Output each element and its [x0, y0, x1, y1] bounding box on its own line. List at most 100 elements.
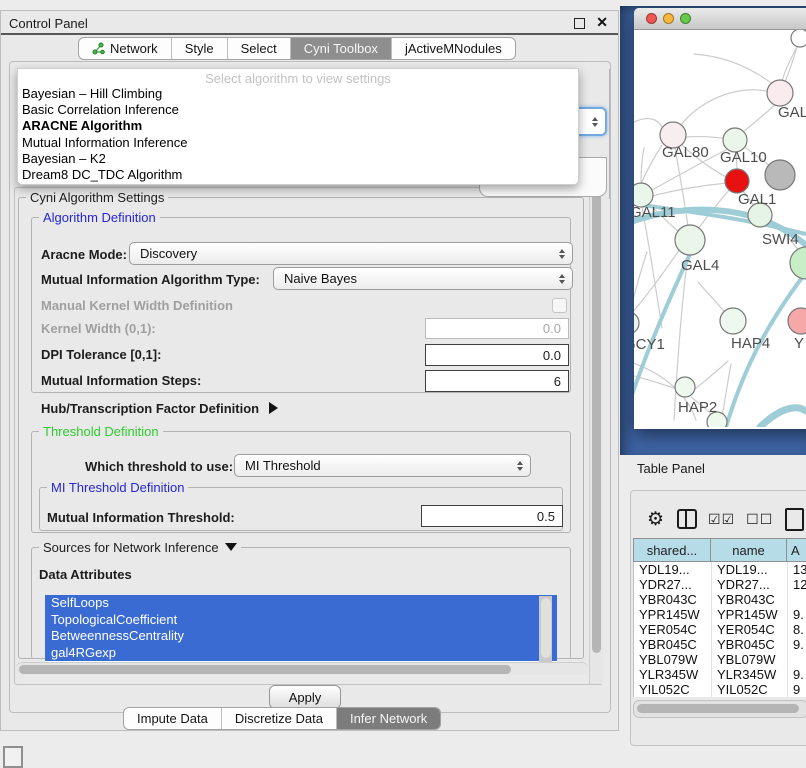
table-cell[interactable]: YDL19... — [712, 562, 788, 577]
list-item-selfloops[interactable]: SelfLoops — [45, 595, 557, 612]
network-graph[interactable]: GALGAL80GAL10GAL1GAL11SWI4GAL4GCY1HAP4YH… — [634, 30, 806, 427]
tab-style[interactable]: Style — [172, 38, 228, 59]
network-edge[interactable] — [782, 47, 797, 82]
table-cell[interactable]: 9. — [788, 667, 806, 682]
kernel-width-input[interactable]: 0.0 — [425, 318, 569, 339]
tab-discretize-data[interactable]: Discretize Data — [222, 708, 337, 729]
aracne-mode-combobox[interactable]: Discovery — [129, 242, 573, 265]
network-edge[interactable] — [686, 137, 727, 139]
network-node[interactable] — [791, 30, 806, 47]
network-node-hap2[interactable] — [675, 377, 695, 397]
table-cell[interactable]: 9 — [788, 682, 806, 697]
network-edge[interactable] — [634, 249, 680, 320]
network-edge[interactable] — [694, 361, 728, 390]
table-cell[interactable]: YBL079W — [712, 652, 788, 667]
settings-vscrollbar-thumb[interactable] — [592, 191, 601, 653]
settings-vscrollbar-track[interactable] — [589, 188, 603, 684]
apply-button[interactable]: Apply — [269, 685, 341, 709]
network-node[interactable] — [765, 160, 795, 190]
table-cell[interactable]: YPR145W — [634, 607, 712, 622]
column-header-shared-name[interactable]: shared... — [633, 538, 711, 562]
dropdown-item-bayesian-hill-climbing[interactable]: Bayesian – Hill Climbing — [18, 86, 578, 102]
table-cell[interactable]: YER054C — [634, 622, 712, 637]
table-row[interactable]: YLR345WYLR345W9. — [634, 667, 806, 682]
dpi-tolerance-input[interactable]: 0.0 — [425, 344, 569, 366]
mi-algorithm-type-combobox[interactable]: Naive Bayes — [273, 267, 573, 290]
table-cell[interactable] — [788, 592, 806, 607]
column-header-partial[interactable]: A — [787, 538, 806, 562]
table-cell[interactable] — [788, 652, 806, 667]
list-item-gal4rgexp[interactable]: gal4RGexp — [45, 645, 557, 662]
tab-jactivemnodules[interactable]: jActiveMNodules — [392, 38, 515, 59]
mac-maximize-button[interactable] — [680, 13, 691, 24]
table-cell[interactable]: YBR045C — [712, 637, 788, 652]
table-cell[interactable]: YDR27... — [634, 577, 712, 592]
network-edge[interactable] — [694, 54, 774, 85]
mac-minimize-button[interactable] — [663, 13, 674, 24]
network-view-window[interactable]: GALGAL80GAL10GAL1GAL11SWI4GAL4GCY1HAP4YH… — [634, 8, 806, 429]
mi-steps-input[interactable]: 6 — [425, 370, 569, 392]
table-row[interactable]: YBR045CYBR045C9. — [634, 637, 806, 652]
table-cell[interactable]: YBR043C — [634, 592, 712, 607]
table-cell[interactable]: YLR345W — [634, 667, 712, 682]
settings-hscrollbar-track[interactable] — [16, 662, 588, 675]
dropdown-item-bayesian-k2[interactable]: Bayesian – K2 — [18, 151, 578, 167]
table-cell[interactable]: YER054C — [712, 622, 788, 637]
list-scrollbar-thumb[interactable] — [541, 598, 551, 658]
table-cell[interactable]: YDL19... — [634, 562, 712, 577]
table-row[interactable]: YDR27...YDR27...12 — [634, 577, 806, 592]
settings-hscrollbar-thumb[interactable] — [19, 665, 511, 674]
network-node-gal1[interactable] — [725, 169, 749, 193]
table-row[interactable]: YER054CYER054C8. — [634, 622, 806, 637]
tab-select[interactable]: Select — [228, 38, 291, 59]
which-threshold-combobox[interactable]: MI Threshold — [234, 454, 531, 477]
columns-icon[interactable] — [677, 509, 697, 529]
table-hscrollbar-thumb[interactable] — [637, 704, 799, 713]
hub-definition-toggle[interactable]: Hub/Transcription Factor Definition — [41, 401, 278, 416]
network-node-hap4[interactable] — [720, 308, 746, 334]
network-node-gal[interactable] — [767, 80, 793, 106]
table-cell[interactable]: YBR045C — [634, 637, 712, 652]
table-cell[interactable]: YBL079W — [634, 652, 712, 667]
network-node-y[interactable] — [788, 308, 806, 334]
tab-impute-data[interactable]: Impute Data — [124, 708, 222, 729]
table-cell[interactable]: YLR345W — [712, 667, 788, 682]
tab-cyni-toolbox[interactable]: Cyni Toolbox — [291, 38, 392, 59]
column-header-name[interactable]: name — [711, 538, 787, 562]
list-scrollbar-track[interactable] — [539, 596, 552, 664]
network-edge[interactable] — [634, 119, 662, 127]
expanded-arrow-icon[interactable] — [225, 543, 237, 551]
table-hscrollbar-track[interactable] — [633, 700, 806, 718]
table-row[interactable]: YBL079WYBL079W — [634, 652, 806, 667]
dropdown-item-dream8[interactable]: Dream8 DC_TDC Algorithm — [18, 167, 578, 183]
network-edge[interactable] — [652, 183, 727, 196]
collapsed-arrow-icon[interactable] — [269, 402, 278, 414]
gear-icon[interactable]: ⚙ — [647, 508, 664, 531]
network-node[interactable] — [790, 247, 806, 279]
mac-close-button[interactable] — [646, 13, 657, 24]
dropdown-item-aracne[interactable]: ARACNE Algorithm — [18, 118, 578, 134]
tab-infer-network[interactable]: Infer Network — [337, 708, 440, 729]
table-row[interactable]: YIL052CYIL052C9 — [634, 682, 806, 697]
deselect-all-icon[interactable]: ☐☐ — [746, 511, 773, 528]
network-node-gal4[interactable] — [675, 225, 705, 255]
table-cell[interactable]: YBR043C — [712, 592, 788, 607]
table-cell[interactable]: YIL052C — [712, 682, 788, 697]
table-row[interactable]: YBR043CYBR043C — [634, 592, 806, 607]
table-cell[interactable]: YPR145W — [712, 607, 788, 622]
table-cell[interactable]: 8. — [788, 622, 806, 637]
network-edge[interactable] — [742, 103, 777, 133]
collapsed-panel-icon[interactable] — [3, 746, 23, 768]
table-row[interactable]: YDL19...YDL19...13 — [634, 562, 806, 577]
dropdown-item-mutual-information[interactable]: Mutual Information Inference — [18, 135, 578, 151]
network-node-gcy1[interactable] — [634, 312, 639, 334]
table-row[interactable]: YPR145WYPR145W9. — [634, 607, 806, 622]
table-cell[interactable]: 13 — [788, 562, 806, 577]
network-edge[interactable] — [634, 252, 647, 315]
list-item-topologicalcoefficient[interactable]: TopologicalCoefficient — [45, 612, 557, 629]
list-item-betweennesscentrality[interactable]: BetweennessCentrality — [45, 628, 557, 645]
document-icon[interactable] — [785, 508, 804, 531]
table-cell[interactable]: YDR27... — [712, 577, 788, 592]
network-edge[interactable] — [760, 408, 806, 427]
table-cell[interactable]: YIL052C — [634, 682, 712, 697]
